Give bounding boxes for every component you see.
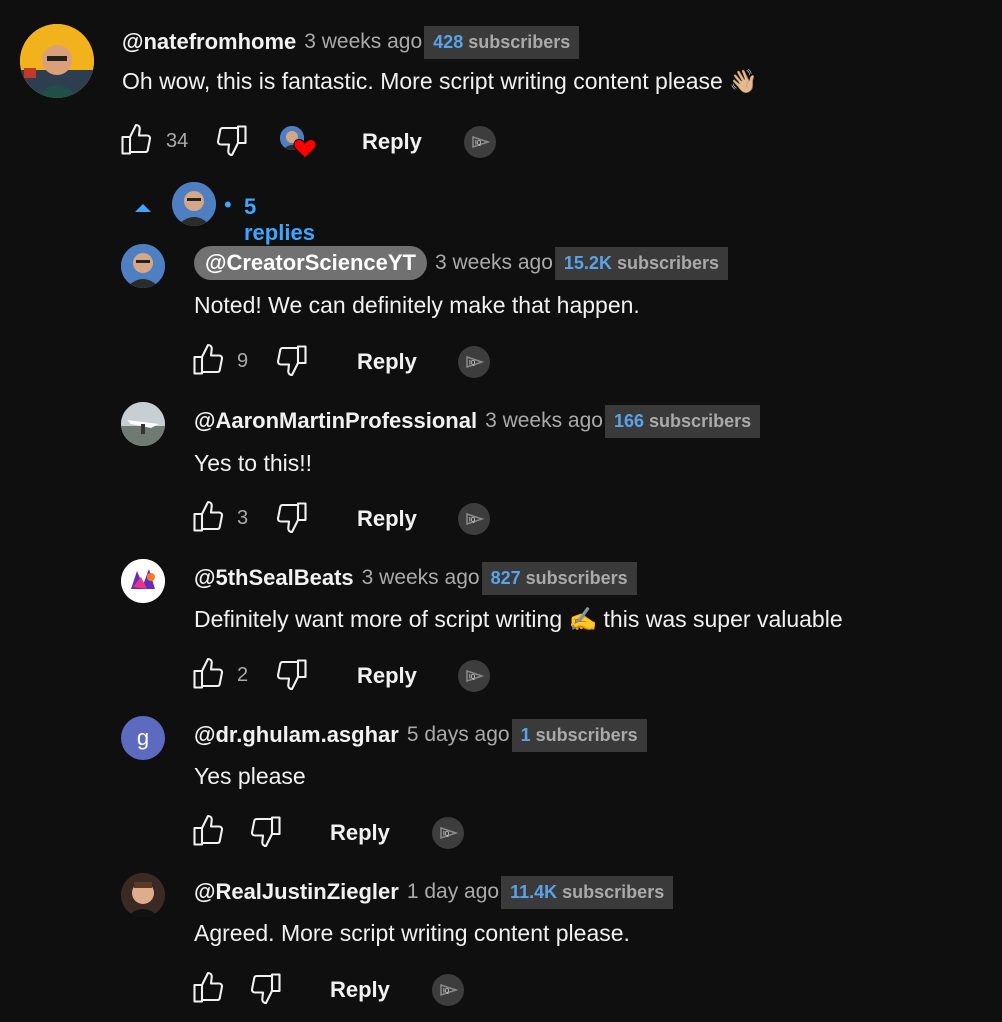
- reply-author[interactable]: @5thSealBeats: [194, 565, 354, 591]
- comment-actions: 34 Reply IQ: [118, 122, 518, 162]
- ia-badge-icon[interactable]: IQ: [432, 974, 464, 1006]
- reply-author-avatar[interactable]: [121, 402, 165, 446]
- svg-text:IQ: IQ: [443, 989, 450, 995]
- thumb-down-icon[interactable]: [248, 813, 284, 849]
- subscriber-badge: 428 subscribers: [424, 25, 580, 59]
- reply-author-avatar[interactable]: [121, 559, 165, 603]
- reply-text: Agreed. More script writing content plea…: [194, 920, 630, 946]
- replies-creator-avatar: [172, 182, 216, 226]
- reply-author[interactable]: @RealJustinZiegler: [194, 879, 399, 905]
- avatar-letter: g: [136, 725, 150, 750]
- reply-time[interactable]: 3 weeks ago: [435, 251, 553, 275]
- reply-text: Noted! We can definitely make that happe…: [194, 292, 640, 318]
- reply-author-avatar[interactable]: [121, 244, 165, 288]
- svg-text:IQ: IQ: [443, 832, 450, 838]
- subscriber-word: subscribers: [468, 31, 571, 52]
- thumb-down-icon[interactable]: [274, 499, 310, 535]
- reply-text: Definitely want more of script writing ✍…: [194, 606, 843, 632]
- reply-time[interactable]: 5 days ago: [407, 723, 510, 747]
- reply-button[interactable]: Reply: [362, 129, 422, 155]
- reply-author-creator[interactable]: @CreatorScienceYT: [194, 246, 427, 280]
- svg-text:IQ: IQ: [475, 141, 482, 147]
- subscriber-word: subscribers: [616, 252, 720, 273]
- reply-time[interactable]: 3 weeks ago: [362, 566, 480, 590]
- ia-badge-icon[interactable]: IQ: [458, 346, 490, 378]
- subscriber-word: subscribers: [525, 567, 628, 588]
- reply-author[interactable]: @dr.ghulam.asghar: [194, 722, 399, 748]
- comment-text: Oh wow, this is fantastic. More script w…: [122, 68, 758, 94]
- subscriber-count: 428: [433, 31, 464, 52]
- subscriber-word: subscribers: [562, 881, 665, 902]
- subscriber-badge: 11.4K subscribers: [501, 875, 674, 909]
- thumb-down-icon[interactable]: [274, 342, 310, 378]
- reply-button[interactable]: Reply: [330, 820, 390, 846]
- thumb-up-icon[interactable]: [118, 122, 154, 158]
- comment-author-avatar[interactable]: [20, 24, 94, 98]
- thumb-up-icon[interactable]: [190, 813, 226, 849]
- subscriber-count: 827: [490, 567, 521, 588]
- ia-badge-icon[interactable]: IQ: [458, 660, 490, 692]
- reply-actions: Reply IQ: [190, 970, 490, 1010]
- reply-actions: Reply IQ: [190, 813, 490, 853]
- reply-button[interactable]: Reply: [357, 663, 417, 689]
- ia-badge-icon[interactable]: IQ: [432, 817, 464, 849]
- thumb-down-icon[interactable]: [274, 656, 310, 692]
- thumb-up-icon[interactable]: [190, 656, 226, 692]
- subscriber-count: 1: [520, 724, 531, 745]
- like-count: 2: [237, 664, 249, 686]
- ia-badge-icon[interactable]: IQ: [464, 126, 496, 158]
- subscriber-word: subscribers: [535, 724, 638, 745]
- reply-text: Yes to this!!: [194, 450, 313, 476]
- comment-time[interactable]: 3 weeks ago: [304, 30, 422, 54]
- reply-author-avatar[interactable]: [121, 873, 165, 917]
- ia-badge-icon[interactable]: IQ: [458, 503, 490, 535]
- subscriber-badge: 827 subscribers: [481, 561, 637, 595]
- like-count: 34: [166, 130, 189, 152]
- svg-text:IQ: IQ: [469, 675, 476, 681]
- reply-actions: 3 Reply IQ: [190, 499, 510, 539]
- reply-button[interactable]: Reply: [330, 977, 390, 1003]
- subscriber-badge: 15.2K subscribers: [554, 246, 729, 280]
- svg-text:IQ: IQ: [469, 361, 476, 367]
- thumb-up-icon[interactable]: [190, 970, 226, 1006]
- reply-button[interactable]: Reply: [357, 349, 417, 375]
- reply-author-avatar[interactable]: g: [121, 716, 165, 760]
- caret-up-icon[interactable]: [134, 200, 152, 218]
- creator-heart-badge: [280, 126, 320, 166]
- comment-author[interactable]: @natefromhome: [122, 29, 296, 55]
- subscriber-count: 166: [613, 410, 645, 431]
- reply-actions: 2 Reply IQ: [190, 656, 510, 696]
- thumb-up-icon[interactable]: [190, 342, 226, 378]
- reply-time[interactable]: 3 weeks ago: [485, 409, 603, 433]
- replies-count-label[interactable]: 5 replies: [244, 194, 315, 246]
- thumb-down-icon[interactable]: [248, 970, 284, 1006]
- thumb-up-icon[interactable]: [190, 499, 226, 535]
- thumb-down-icon[interactable]: [214, 122, 250, 158]
- subscriber-word: subscribers: [649, 410, 752, 431]
- subscriber-badge: 1 subscribers: [511, 718, 647, 752]
- svg-text:IQ: IQ: [469, 518, 476, 524]
- subscriber-count: 11.4K: [510, 881, 558, 902]
- reply-author[interactable]: @AaronMartinProfessional: [194, 408, 477, 434]
- reply-time[interactable]: 1 day ago: [407, 880, 499, 904]
- reply-text: Yes please: [194, 763, 306, 789]
- reply-actions: 9 Reply IQ: [190, 342, 510, 382]
- heart-icon: [293, 137, 317, 164]
- replies-dot: •: [224, 192, 232, 217]
- subscriber-badge: 166 subscribers: [604, 404, 761, 438]
- reply-button[interactable]: Reply: [357, 506, 417, 532]
- subscriber-count: 15.2K: [563, 252, 612, 273]
- like-count: 3: [237, 507, 249, 529]
- like-count: 9: [237, 350, 249, 372]
